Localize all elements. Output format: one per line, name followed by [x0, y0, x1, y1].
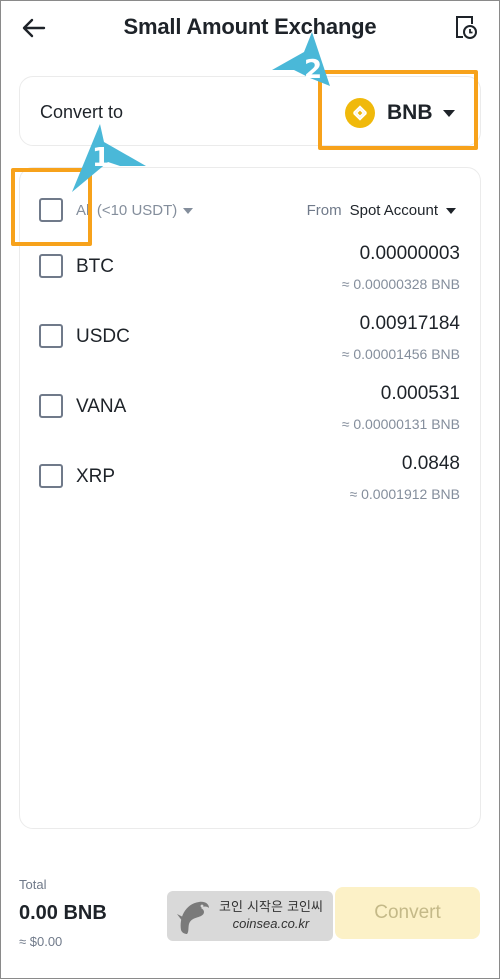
history-clock-icon	[456, 16, 477, 39]
asset-estimate: ≈ 0.00001456 BNB	[341, 346, 460, 362]
asset-name: BTC	[76, 256, 114, 277]
asset-row-usdc[interactable]: USDC 0.00917184 ≈ 0.00001456 BNB	[20, 310, 480, 380]
watermark-line2: coinsea.co.kr	[232, 916, 310, 931]
asset-checkbox[interactable]	[39, 464, 63, 488]
asset-row-vana[interactable]: VANA 0.000531 ≈ 0.00000131 BNB	[20, 380, 480, 450]
asset-amount: 0.0848	[401, 453, 460, 474]
header-bar: Small Amount Exchange	[0, 0, 500, 56]
account-select[interactable]: Spot Account	[350, 202, 456, 219]
select-all-filter[interactable]: All (<10 USDT)	[76, 202, 194, 219]
asset-name: XRP	[76, 466, 116, 487]
select-all-label: All (<10 USDT)	[76, 202, 178, 219]
asset-checkbox[interactable]	[39, 254, 63, 278]
total-value: 0.00 BNB	[19, 902, 107, 924]
history-button[interactable]	[452, 13, 480, 41]
asset-row-btc[interactable]: BTC 0.00000003 ≈ 0.00000328 BNB	[20, 240, 480, 310]
chevron-down-icon	[446, 207, 456, 214]
bnb-logo-icon	[345, 98, 375, 128]
asset-amount: 0.00000003	[359, 243, 460, 264]
convert-to-label: Convert to	[40, 102, 124, 122]
asset-name: VANA	[76, 396, 127, 417]
page-title: Small Amount Exchange	[123, 14, 377, 39]
callout-number-2: 2	[304, 55, 323, 85]
watermark-text: 코인 시작은 코인씨 coinsea.co.kr	[219, 900, 323, 933]
target-coin-name: BNB	[387, 101, 433, 124]
asset-name: USDC	[76, 326, 130, 347]
asset-checkbox[interactable]	[39, 324, 63, 348]
callout-number-1: 1	[92, 143, 111, 173]
watermark-line1: 코인 시작은 코인씨	[219, 899, 323, 915]
asset-estimate: ≈ 0.00000328 BNB	[341, 276, 460, 292]
source-account-selector: From Spot Account	[307, 202, 456, 219]
asset-checkbox[interactable]	[39, 394, 63, 418]
convert-button[interactable]: Convert	[335, 887, 480, 939]
chevron-down-icon	[183, 207, 194, 214]
asset-list-card: All (<10 USDT) From Spot Account BTC 0.0…	[19, 167, 481, 829]
total-usd-value: ≈ $0.00	[19, 934, 63, 949]
from-label: From	[306, 202, 342, 219]
asset-amount: 0.00917184	[359, 313, 460, 334]
convert-to-card: Convert to BNB	[19, 76, 481, 146]
target-coin-select[interactable]: BNB	[342, 95, 470, 131]
asset-estimate: ≈ 0.0001912 BNB	[349, 486, 460, 502]
dolphin-logo-icon	[177, 901, 209, 934]
asset-estimate: ≈ 0.00000131 BNB	[341, 416, 460, 432]
chevron-down-icon	[442, 109, 455, 117]
asset-amount: 0.000531	[380, 383, 460, 404]
watermark: 코인 시작은 코인씨 coinsea.co.kr	[167, 891, 333, 941]
select-all-checkbox[interactable]	[39, 198, 63, 222]
account-name: Spot Account	[349, 202, 438, 219]
asset-row-xrp[interactable]: XRP 0.0848 ≈ 0.0001912 BNB	[20, 450, 480, 520]
total-label: Total	[19, 877, 47, 892]
